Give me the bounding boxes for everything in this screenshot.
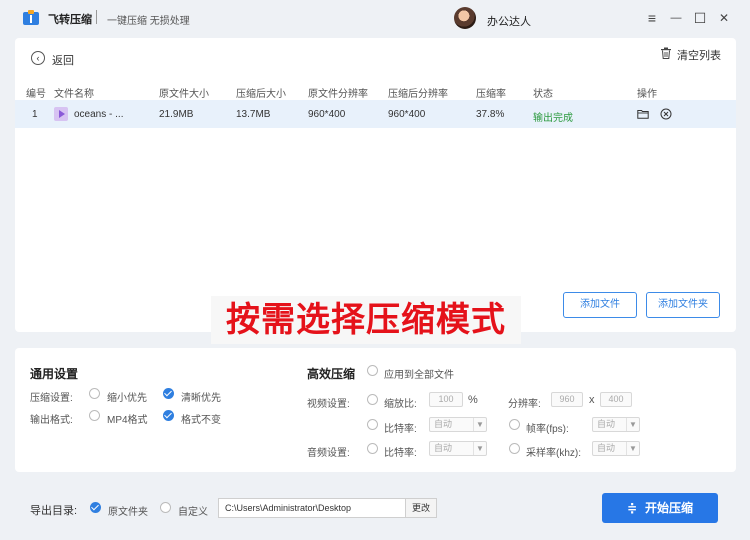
apply-all-label[interactable]: 应用到全部文件	[384, 366, 454, 381]
option-size-priority-label[interactable]: 缩小优先	[107, 389, 147, 404]
column-header-ratio: 压缩率	[476, 89, 506, 100]
scale-input[interactable]: 100	[429, 392, 463, 407]
app-subtitle: 一键压缩 无损处理	[107, 16, 190, 27]
custom-folder-label[interactable]: 自定义	[178, 503, 208, 518]
column-header-compressed-size: 压缩后大小	[236, 89, 286, 100]
resolution-label: 分辨率:	[508, 399, 541, 410]
back-button[interactable]: 返回	[52, 52, 74, 68]
sample-rate-value: 自动	[597, 443, 616, 453]
option-mp4-label[interactable]: MP4格式	[107, 411, 148, 426]
column-header-status: 状态	[533, 89, 553, 100]
video-bitrate-label: 比特率:	[384, 424, 417, 435]
option-keep-format-label[interactable]: 格式不变	[181, 411, 221, 426]
radio-mp4-format[interactable]	[89, 410, 100, 421]
radio-original-folder[interactable]	[90, 502, 101, 513]
file-list-panel	[15, 38, 736, 332]
row-original-size: 21.9MB	[159, 109, 194, 120]
option-clarity-priority-label[interactable]: 清晰优先	[181, 389, 221, 404]
row-index: 1	[32, 109, 38, 120]
chevron-down-icon: ▼	[473, 418, 486, 431]
audio-bitrate-value: 自动	[434, 443, 453, 453]
radio-scale[interactable]	[367, 394, 378, 405]
chevron-down-icon: ▼	[626, 418, 639, 431]
compress-setting-label: 压缩设置:	[30, 393, 73, 404]
audio-bitrate-label: 比特率:	[384, 448, 417, 459]
radio-custom-folder[interactable]	[160, 502, 171, 513]
radio-clarity-priority[interactable]	[163, 388, 174, 399]
radio-keep-format[interactable]	[163, 410, 174, 421]
overlay-caption: 按需选择压缩模式	[211, 296, 521, 344]
radio-apply-all[interactable]	[367, 365, 378, 376]
column-header-original-size: 原文件大小	[159, 89, 209, 100]
video-settings-label: 视频设置:	[307, 399, 350, 410]
radio-fps[interactable]	[509, 419, 520, 430]
username[interactable]: 办公达人	[487, 13, 531, 29]
radio-size-priority[interactable]	[89, 388, 100, 399]
radio-audio-bitrate[interactable]	[367, 443, 378, 454]
column-header-original-resolution: 原文件分辨率	[308, 89, 368, 100]
chevron-down-icon: ▼	[626, 442, 639, 455]
title-bar: 飞转压缩 一键压缩 无损处理 办公达人 ≡ — ☐ ✕	[0, 0, 750, 36]
advanced-compress-title: 高效压缩	[307, 367, 356, 381]
original-folder-label[interactable]: 原文件夹	[108, 503, 148, 518]
add-folder-button[interactable]: 添加文件夹	[646, 292, 720, 318]
sample-rate-label: 采样率(khz):	[526, 448, 581, 459]
column-header-name: 文件名称	[54, 89, 94, 100]
change-path-button[interactable]: 更改	[405, 498, 437, 518]
app-title: 飞转压缩	[48, 14, 92, 26]
maximize-icon[interactable]: ☐	[690, 8, 710, 28]
general-settings-title: 通用设置	[30, 367, 79, 381]
add-file-button[interactable]: 添加文件	[563, 292, 637, 318]
title-divider	[96, 10, 97, 24]
chevron-down-icon: ▼	[473, 442, 486, 455]
radio-sample-rate[interactable]	[509, 443, 520, 454]
clear-list-button[interactable]: 清空列表	[677, 47, 721, 63]
close-icon[interactable]: ✕	[714, 8, 734, 28]
radio-video-bitrate[interactable]	[367, 419, 378, 430]
scale-unit: %	[468, 394, 478, 406]
resolution-width-input[interactable]: 960	[551, 392, 583, 407]
row-file-name: oceans - ...	[74, 109, 124, 120]
app-logo-icon	[23, 10, 39, 25]
column-header-actions: 操作	[637, 89, 657, 100]
fps-select[interactable]: 自动 ▼	[592, 417, 640, 432]
row-ratio: 37.8%	[476, 109, 505, 120]
video-bitrate-value: 自动	[434, 419, 453, 429]
fps-value: 自动	[597, 419, 616, 429]
video-file-icon	[54, 107, 68, 121]
remove-icon[interactable]	[660, 108, 672, 120]
menu-icon[interactable]: ≡	[642, 8, 662, 28]
row-compressed-resolution: 960*400	[388, 109, 426, 120]
audio-settings-label: 音频设置:	[307, 448, 350, 459]
compress-icon: ≑	[626, 501, 638, 515]
column-header-index: 编号	[26, 89, 46, 100]
row-original-resolution: 960*400	[308, 109, 346, 120]
resolution-height-input[interactable]: 400	[600, 392, 632, 407]
avatar[interactable]	[454, 7, 476, 29]
start-compress-label: 开始压缩	[645, 501, 694, 515]
output-dir-label: 导出目录:	[30, 505, 78, 517]
column-header-compressed-resolution: 压缩后分辨率	[388, 89, 448, 100]
minimize-icon[interactable]: —	[666, 8, 686, 28]
scale-label: 缩放比:	[384, 399, 417, 410]
status-badge: 输出完成	[533, 113, 573, 124]
output-format-label: 输出格式:	[30, 415, 73, 426]
audio-bitrate-select[interactable]: 自动 ▼	[429, 441, 487, 456]
start-compress-button[interactable]: ≑ 开始压缩	[602, 493, 718, 523]
fps-label: 帧率(fps):	[526, 424, 569, 435]
back-icon[interactable]: ‹	[31, 51, 45, 65]
row-compressed-size: 13.7MB	[236, 109, 271, 120]
video-bitrate-select[interactable]: 自动 ▼	[429, 417, 487, 432]
resolution-separator: x	[589, 394, 595, 406]
folder-icon[interactable]	[637, 108, 649, 120]
sample-rate-select[interactable]: 自动 ▼	[592, 441, 640, 456]
trash-icon[interactable]	[660, 47, 672, 59]
output-path-field[interactable]: C:\Users\Administrator\Desktop	[218, 498, 406, 518]
